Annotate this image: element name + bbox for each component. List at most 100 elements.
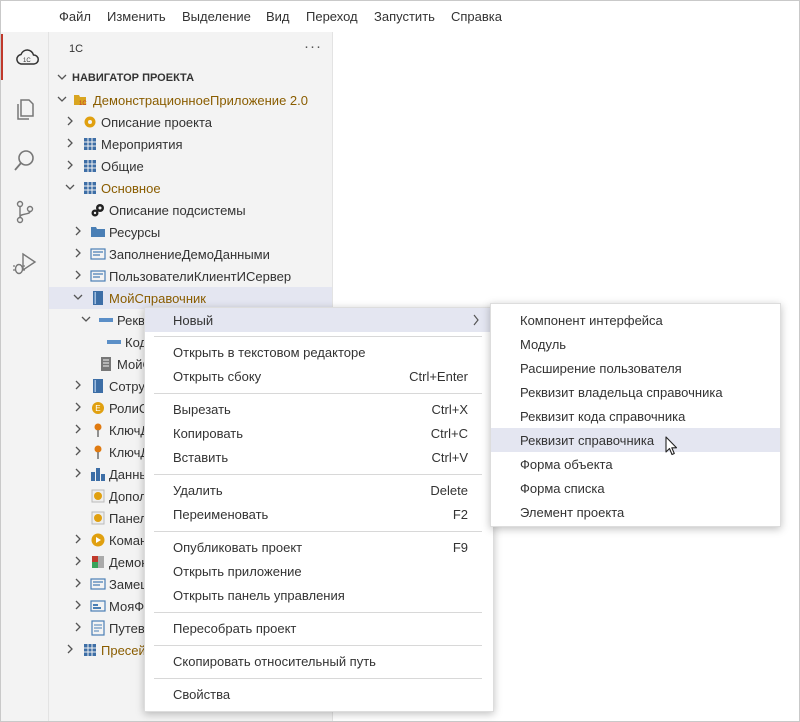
chevron-right-icon bbox=[75, 622, 81, 632]
tree-label: Путев bbox=[109, 621, 145, 636]
separator bbox=[154, 645, 482, 646]
ctx-item-delete[interactable]: Удалить Delete bbox=[145, 478, 493, 502]
ctx-item-open-control-panel[interactable]: Открыть панель управления bbox=[145, 583, 493, 607]
tree-item-project-description[interactable]: Описание проекта bbox=[49, 111, 332, 133]
activity-1c-cloud[interactable]: 1С bbox=[1, 34, 50, 80]
ctx-item-properties[interactable]: Свойства bbox=[145, 682, 493, 706]
ctx-label: Пересобрать проект bbox=[173, 621, 297, 636]
more-actions-icon[interactable]: ··· bbox=[304, 38, 322, 55]
tree-item-project[interactable]: 1С ДемонстрационноеПриложение 2.0 bbox=[49, 89, 332, 111]
processing-icon bbox=[91, 511, 105, 525]
chevron-right-icon bbox=[75, 534, 81, 544]
search-icon bbox=[14, 150, 34, 171]
ctx-label: Свойства bbox=[173, 687, 231, 702]
ctx-item-open-to-side[interactable]: Открыть сбоку Ctrl+Enter bbox=[145, 364, 493, 388]
tree-item-users-client-server[interactable]: ПользователиКлиентИСервер bbox=[49, 265, 332, 287]
activity-search[interactable] bbox=[1, 137, 48, 183]
tree-label: Данны bbox=[109, 467, 149, 482]
menu-selection[interactable]: Выделение bbox=[182, 9, 251, 24]
pin-icon bbox=[94, 445, 102, 459]
tree-item-subsystem-description[interactable]: Описание подсистемы bbox=[49, 199, 332, 221]
ctx-label: Новый bbox=[173, 313, 214, 328]
catalog-book-icon bbox=[93, 379, 103, 393]
tree-label: ЗаполнениеДемоДанными bbox=[109, 247, 270, 262]
chevron-right-icon bbox=[75, 380, 81, 390]
attribute-icon bbox=[107, 340, 121, 344]
sub-item-project-element[interactable]: Элемент проекта bbox=[491, 500, 780, 524]
separator bbox=[154, 474, 482, 475]
sub-item-code-attribute[interactable]: Реквизит кода справочника bbox=[491, 404, 780, 428]
tree-item-resources[interactable]: Ресурсы bbox=[49, 221, 332, 243]
menu-view[interactable]: Вид bbox=[266, 9, 290, 24]
activity-explorer[interactable] bbox=[1, 85, 48, 131]
sub-item-user-extension[interactable]: Расширение пользователя bbox=[491, 356, 780, 380]
document-icon bbox=[91, 620, 105, 636]
chevron-down-icon bbox=[73, 294, 83, 300]
activity-source-control[interactable] bbox=[1, 188, 48, 234]
menu-file[interactable]: Файл bbox=[59, 9, 91, 24]
module-icon bbox=[90, 578, 106, 590]
tree-label: Общие bbox=[101, 159, 144, 174]
ctx-item-paste[interactable]: Вставить Ctrl+V bbox=[145, 445, 493, 469]
tree-item-demo-data[interactable]: ЗаполнениеДемоДанными bbox=[49, 243, 332, 265]
svg-text:Е: Е bbox=[95, 404, 100, 413]
ctx-item-open-text-editor[interactable]: Открыть в текстовом редакторе bbox=[145, 340, 493, 364]
ctx-item-rename[interactable]: Переименовать F2 bbox=[145, 502, 493, 526]
menu-run[interactable]: Запустить bbox=[374, 9, 435, 24]
tree-label: ПользователиКлиентИСервер bbox=[109, 269, 292, 284]
menu-edit[interactable]: Изменить bbox=[107, 9, 166, 24]
chevron-down-icon bbox=[81, 316, 91, 322]
ctx-label: Вставить bbox=[173, 450, 229, 465]
sub-item-module[interactable]: Модуль bbox=[491, 332, 780, 356]
ctx-shortcut: Delete bbox=[430, 483, 468, 498]
tree-item-events[interactable]: Мероприятия bbox=[49, 133, 332, 155]
chevron-right-icon bbox=[75, 402, 81, 412]
ctx-item-rebuild-project[interactable]: Пересобрать проект bbox=[145, 616, 493, 640]
chevron-right-icon bbox=[75, 226, 81, 236]
ctx-item-copy[interactable]: Копировать Ctrl+C bbox=[145, 421, 493, 445]
subsystem-icon bbox=[84, 138, 96, 150]
sub-item-owner-attribute[interactable]: Реквизит владельца справочника bbox=[491, 380, 780, 404]
tree-item-my-catalog[interactable]: МойСправочник bbox=[49, 287, 332, 309]
ctx-label: Копировать bbox=[173, 426, 243, 441]
ctx-item-open-app[interactable]: Открыть приложение bbox=[145, 559, 493, 583]
ctx-item-new[interactable]: Новый bbox=[145, 308, 493, 332]
sub-label: Элемент проекта bbox=[520, 505, 625, 520]
activity-run-debug[interactable] bbox=[1, 240, 48, 286]
tree-label: ДемонстрационноеПриложение 2.0 bbox=[93, 93, 308, 108]
ctx-label: Переименовать bbox=[173, 507, 269, 522]
separator bbox=[154, 336, 482, 337]
chevron-right-icon bbox=[75, 446, 81, 456]
ctx-label: Открыть сбоку bbox=[173, 369, 262, 384]
menu-bar: Файл Изменить Выделение Вид Переход Запу… bbox=[1, 1, 799, 32]
ctx-item-publish-project[interactable]: Опубликовать проект F9 bbox=[145, 535, 493, 559]
mouse-cursor-icon bbox=[665, 436, 678, 456]
ctx-item-copy-relative-path[interactable]: Скопировать относительный путь bbox=[145, 649, 493, 673]
module-icon bbox=[90, 270, 106, 282]
subsystem-icon bbox=[84, 644, 96, 656]
menu-go[interactable]: Переход bbox=[306, 9, 358, 24]
separator bbox=[154, 612, 482, 613]
sub-label: Форма объекта bbox=[520, 457, 613, 472]
menu-help[interactable]: Справка bbox=[451, 9, 502, 24]
sub-label: Компонент интерфейса bbox=[520, 313, 663, 328]
sub-item-list-form[interactable]: Форма списка bbox=[491, 476, 780, 500]
tree-label: Описание проекта bbox=[101, 115, 213, 130]
sub-item-interface-component[interactable]: Компонент интерфейса bbox=[491, 308, 780, 332]
chevron-down-icon bbox=[57, 96, 67, 102]
sub-label: Расширение пользователя bbox=[520, 361, 682, 376]
ctx-item-cut[interactable]: Вырезать Ctrl+X bbox=[145, 397, 493, 421]
chevron-down-icon bbox=[57, 74, 67, 80]
section-header-navigator[interactable]: НАВИГАТОР ПРОЕКТА bbox=[49, 67, 332, 89]
tree-item-main[interactable]: Основное bbox=[49, 177, 332, 199]
tree-label: Сотру bbox=[109, 379, 145, 394]
ctx-shortcut: Ctrl+C bbox=[430, 426, 468, 441]
ctx-label: Открыть в текстовом редакторе bbox=[173, 345, 366, 360]
sub-label: Реквизит владельца справочника bbox=[520, 385, 723, 400]
sub-label: Форма списка bbox=[520, 481, 605, 496]
sub-item-object-form[interactable]: Форма объекта bbox=[491, 452, 780, 476]
tree-item-common[interactable]: Общие bbox=[49, 155, 332, 177]
svg-text:1С: 1С bbox=[23, 58, 31, 64]
section-title: НАВИГАТОР ПРОЕКТА bbox=[72, 72, 195, 84]
sub-item-catalog-attribute[interactable]: Реквизит справочника bbox=[491, 428, 780, 452]
